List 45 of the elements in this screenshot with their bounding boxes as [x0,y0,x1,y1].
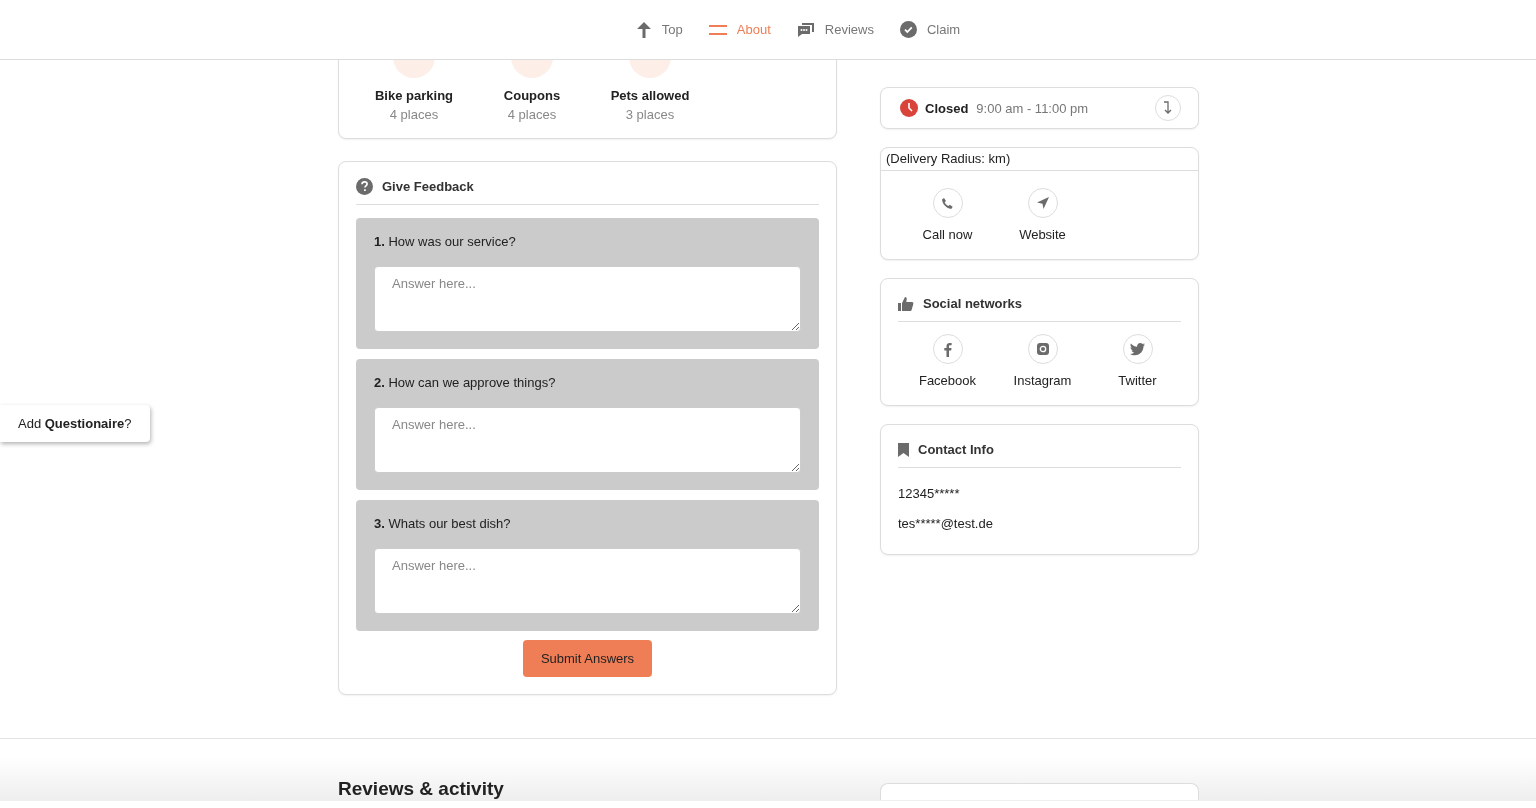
add-questionnaire-button[interactable]: Add Questionaire? [0,405,151,442]
question-text: 1. How was our service? [374,234,517,249]
bird-icon [1130,342,1145,356]
phone-icon [941,196,954,210]
submit-button[interactable]: Submit Answers [522,640,653,677]
website-link[interactable]: Website [995,188,1090,242]
amenity-name: Pets allowed [610,88,690,103]
check-circle-icon [899,21,917,38]
phone-link[interactable]: Call now [900,188,995,242]
instagram-link[interactable]: Instagram [995,334,1090,388]
amenity-name: Bike parking [375,88,453,103]
facebook-icon [943,341,952,357]
question-text: 3. Whats our best dish? [374,516,512,531]
nav-tab[interactable]: Reviews [796,17,874,42]
nav-tab[interactable]: Claim [899,17,961,42]
email-address: tes*****@test.de [898,515,994,533]
card-title: Give Feedback [382,179,474,194]
section-heading: Reviews & activity [338,778,505,800]
menu-icon [708,23,727,36]
delivery-radius: (Delivery Radius: km) [881,148,1198,171]
amenity-count: 3 places [625,107,675,122]
turn-down-arrow-icon [1163,101,1173,115]
amenity-count: 4 places [389,107,439,122]
arrow-up-icon [635,20,652,39]
amenity-name: Coupons [503,88,561,103]
answer-field[interactable]: Answer here... [374,548,801,614]
thumbs-up-icon [898,296,914,311]
question-text: 2. How can we approve things? [374,375,557,390]
answer-field[interactable]: Answer here... [374,407,801,473]
nav-tab[interactable]: Top [635,16,683,43]
card-title: Social networks [923,296,1022,311]
answer-field[interactable]: Answer here... [374,266,801,332]
bookmark-icon [898,442,909,457]
clock-icon [900,99,918,117]
status-text: Closed [925,100,969,116]
opening-hours: 9:00 am - 11:00 pm [976,100,1090,116]
twitter-link[interactable]: Twitter [1090,334,1185,388]
help-icon [356,178,373,195]
card-title: Contact Info [918,442,994,457]
instagram-icon [1035,342,1050,356]
navigation-arrow-icon [1035,196,1050,210]
chat-bubbles-icon [796,21,815,38]
facebook-link[interactable]: Facebook [900,334,995,388]
phone-number: 12345***** [898,485,961,503]
amenity-count: 4 places [507,107,557,122]
